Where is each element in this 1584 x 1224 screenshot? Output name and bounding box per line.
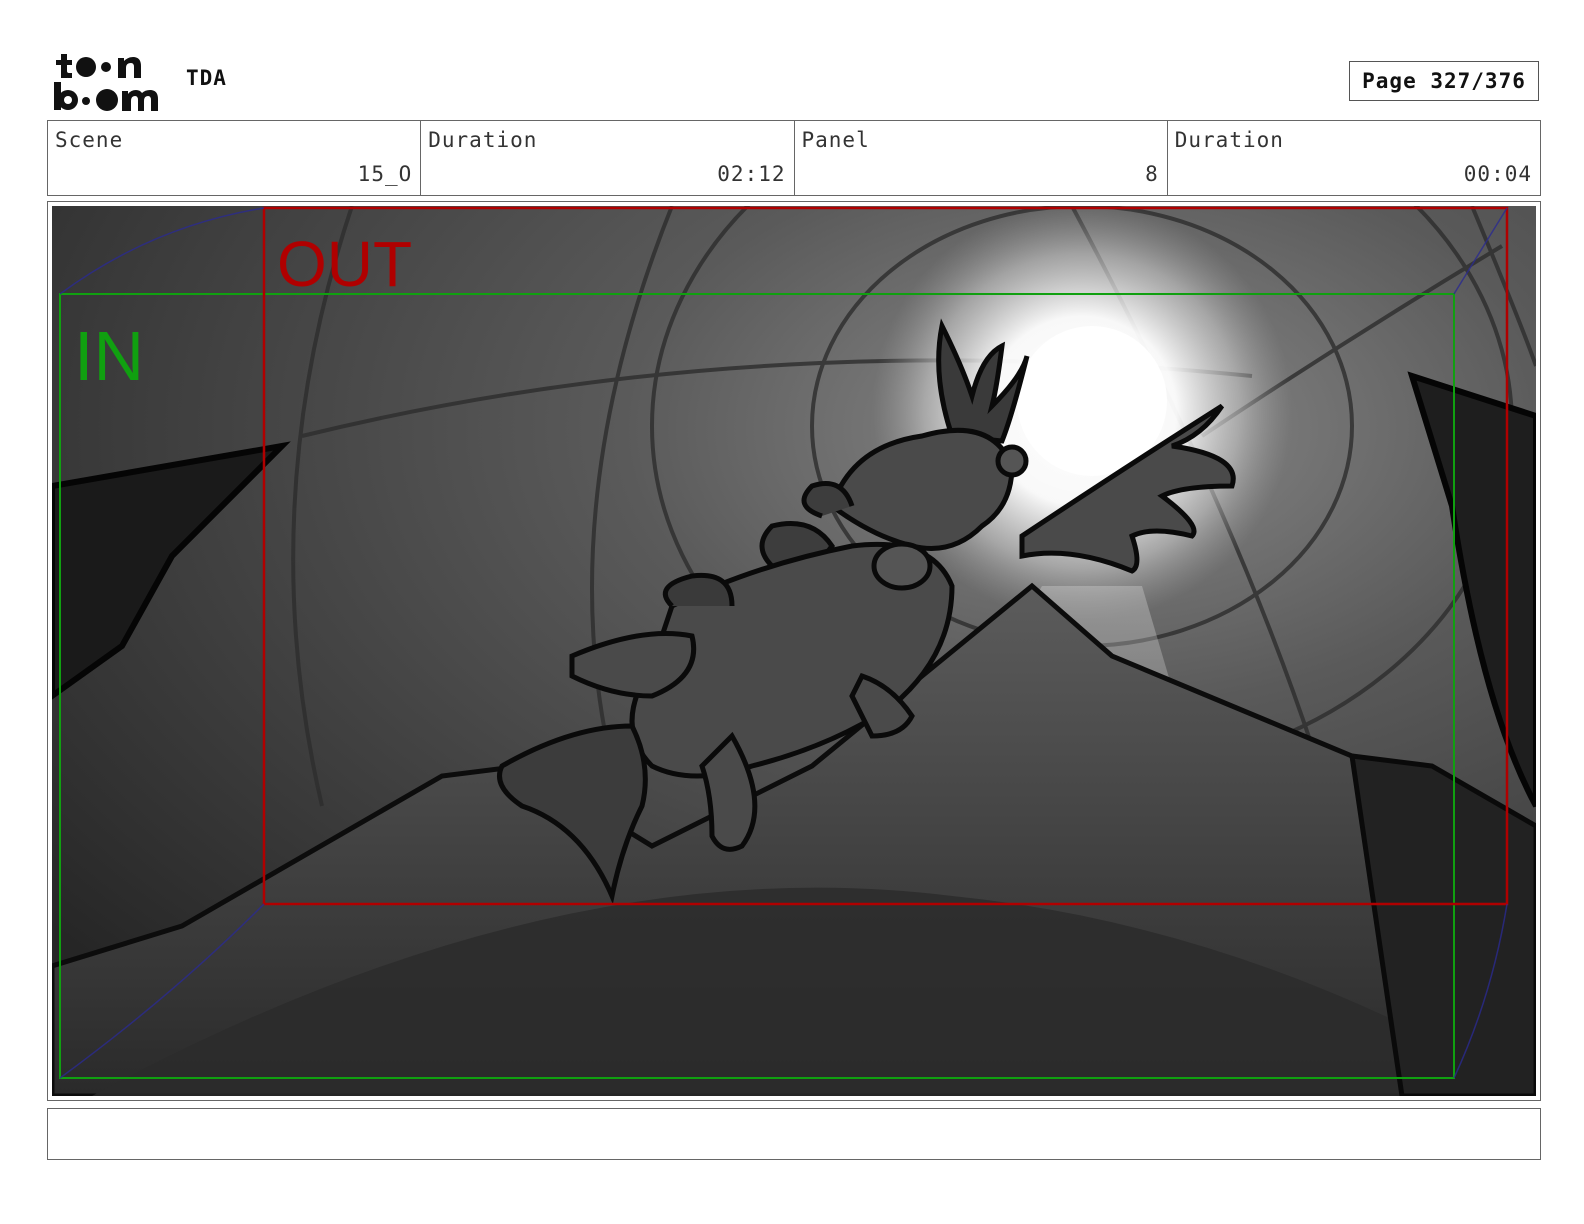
scene-cell: Scene 15_O xyxy=(48,121,420,195)
panel-label: Panel xyxy=(801,128,870,152)
scene-value: 15_O xyxy=(357,162,413,186)
panel-duration-label: Duration xyxy=(1174,128,1284,152)
scene-label: Scene xyxy=(55,128,124,152)
scene-duration-value: 02:12 xyxy=(717,162,786,186)
out-frame-label: OUT xyxy=(277,228,412,300)
storyboard-drawing: OUT IN xyxy=(52,206,1536,1096)
scene-info-bar: Scene 15_O Duration 02:12 Panel 8 Durati… xyxy=(47,120,1541,196)
panel-notes-box xyxy=(47,1108,1541,1160)
panel-duration-cell: Duration 00:04 xyxy=(1166,121,1540,195)
panel-value: 8 xyxy=(1145,162,1159,186)
project-title: TDA xyxy=(186,66,227,90)
page-indicator: Page 327/376 xyxy=(1349,61,1539,101)
in-frame-label: IN xyxy=(74,317,144,395)
toon-boom-logo xyxy=(54,54,158,111)
scene-duration-cell: Duration 02:12 xyxy=(420,121,793,195)
storyboard-panel-image: OUT IN xyxy=(52,206,1536,1096)
scene-duration-label: Duration xyxy=(428,128,538,152)
panel-cell: Panel 8 xyxy=(793,121,1167,195)
panel-duration-value: 00:04 xyxy=(1463,162,1532,186)
